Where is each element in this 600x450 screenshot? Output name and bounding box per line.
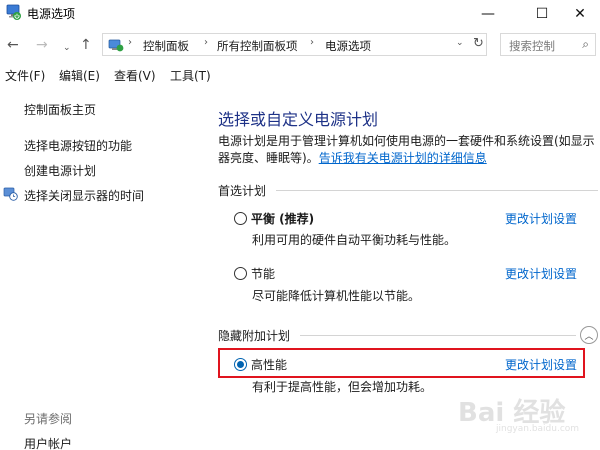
up-arrow-icon[interactable]: ↑ [80, 36, 92, 54]
plan-desc-power-saver: 尽可能降低计算机性能以节能。 [252, 289, 421, 303]
menu-view[interactable]: 查看(V) [114, 67, 156, 84]
change-plan-settings-link-balanced[interactable]: 更改计划设置 [505, 210, 577, 227]
refresh-icon[interactable]: ↻ [473, 36, 484, 51]
menu-edit[interactable]: 编辑(E) [59, 67, 100, 84]
control-panel-home-link[interactable]: 控制面板主页 [24, 101, 96, 118]
see-also-label: 另请参阅 [24, 412, 73, 426]
minimize-icon: — [481, 6, 495, 22]
minimize-button[interactable]: — [465, 0, 511, 28]
breadcrumb-power-options[interactable]: 电源选项 [325, 38, 371, 54]
power-options-icon [6, 4, 21, 20]
forward-arrow-icon[interactable]: → [36, 36, 48, 54]
plan-radio-power-saver[interactable] [234, 267, 247, 280]
display-clock-icon [3, 187, 18, 201]
back-arrow-icon[interactable]: ← [7, 36, 19, 54]
maximize-icon: ☐ [535, 6, 549, 22]
search-icon[interactable]: ⌕ [582, 37, 589, 52]
plan-desc-high-performance: 有利于提高性能，但会增加功耗。 [252, 380, 433, 394]
watermark-url: jingyan.baidu.com [496, 424, 580, 434]
menu-tools[interactable]: 工具(T) [170, 67, 211, 84]
breadcrumb-control-panel[interactable]: 控制面板 [143, 38, 189, 54]
user-accounts-link[interactable]: 用户帐户 [24, 435, 72, 450]
page-description: 电源计划是用于管理计算机如何使用电源的一套硬件和系统设置(如显示器亮度、睡眠等)… [218, 133, 598, 167]
address-dropdown-icon[interactable]: ⌄ [456, 38, 464, 48]
window-title: 电源选项 [27, 7, 76, 21]
plan-desc-balanced: 利用可用的硬件自动平衡功耗与性能。 [252, 233, 457, 247]
recent-locations-chevron-icon[interactable]: ⌄ [63, 39, 71, 57]
breadcrumb-all-items[interactable]: 所有控制面板项 [217, 38, 298, 54]
page-title: 选择或自定义电源计划 [218, 110, 379, 129]
section-divider [300, 335, 576, 336]
close-icon: ✕ [574, 6, 586, 22]
watermark-logo-text: Bai 经验 [458, 398, 566, 428]
search-placeholder: 搜索控制 [509, 39, 555, 53]
search-input[interactable]: 搜索控制 ⌕ [500, 33, 596, 56]
plan-radio-balanced[interactable] [234, 212, 247, 225]
close-button[interactable]: ✕ [560, 0, 600, 28]
section-divider [276, 190, 598, 191]
navigation-bar: ← → ⌄ ↑ › 控制面板 › 所有控制面板项 › 电源选项 ⌄ ↻ 搜索控制… [0, 30, 600, 60]
plan-name-balanced[interactable]: 平衡 (推荐) [251, 210, 314, 227]
power-button-function-link[interactable]: 选择电源按钮的功能 [24, 137, 132, 154]
highlight-annotation-box [218, 348, 585, 378]
plan-name-power-saver[interactable]: 节能 [251, 265, 275, 282]
menu-bar: 文件(F) 编辑(E) 查看(V) 工具(T) [0, 62, 600, 86]
menu-file[interactable]: 文件(F) [5, 67, 45, 84]
details-link[interactable]: 告诉我有关电源计划的详细信息 [319, 151, 487, 165]
hidden-plans-label: 隐藏附加计划 [218, 329, 291, 343]
address-bar[interactable]: › 控制面板 › 所有控制面板项 › 电源选项 ⌄ ↻ [102, 33, 487, 56]
change-plan-settings-link-power-saver[interactable]: 更改计划设置 [505, 265, 577, 282]
control-panel-icon [108, 39, 124, 52]
breadcrumb-separator: › [204, 37, 208, 48]
preferred-plans-label: 首选计划 [218, 184, 267, 198]
maximize-button[interactable]: ☐ [519, 0, 565, 28]
title-bar: 电源选项 — ☐ ✕ [0, 0, 600, 28]
collapse-hidden-plans-button[interactable]: ︿ [580, 326, 598, 344]
chevron-up-icon: ︿ [584, 331, 594, 342]
breadcrumb-separator: › [128, 37, 132, 48]
baidu-watermark: Bai 经验 jingyan.baidu.com [458, 390, 598, 440]
breadcrumb-separator: › [310, 37, 314, 48]
display-off-time-link[interactable]: 选择关闭显示器的时间 [24, 187, 144, 204]
create-power-plan-link[interactable]: 创建电源计划 [24, 162, 96, 179]
